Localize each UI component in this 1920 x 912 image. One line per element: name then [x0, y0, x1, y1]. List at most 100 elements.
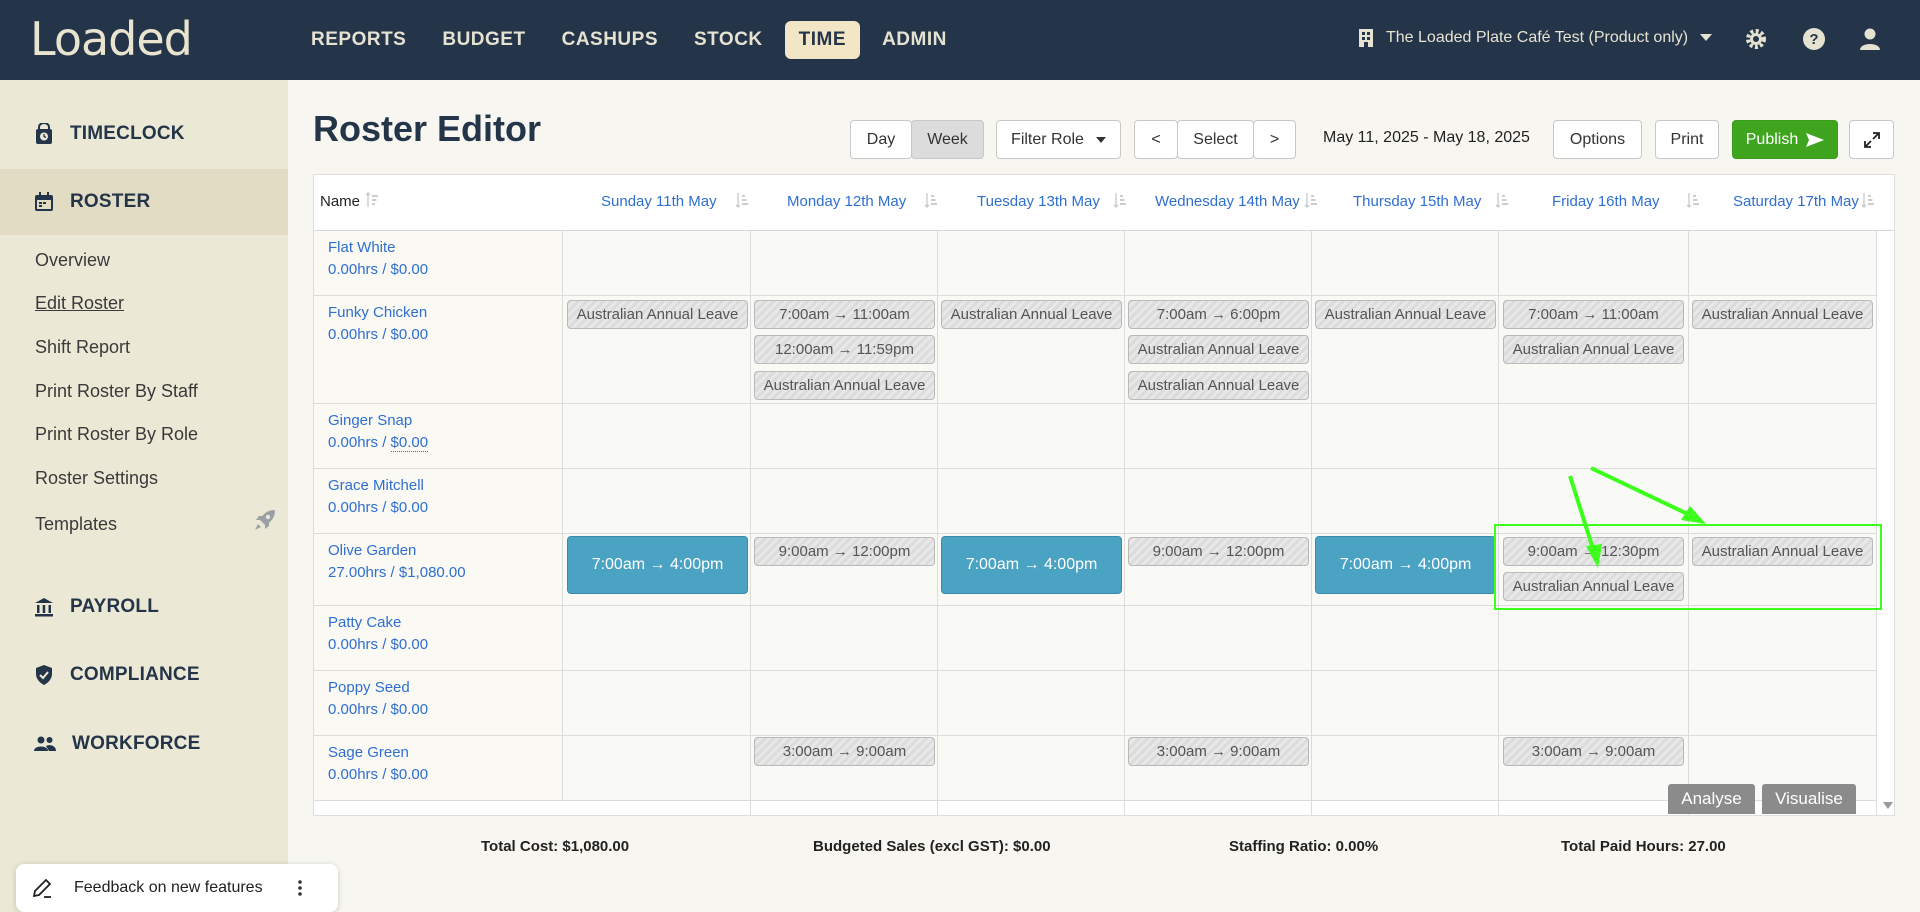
sidebar-link-overview[interactable]: Overview: [35, 250, 110, 271]
sidebar-link-shift-report[interactable]: Shift Report: [35, 337, 130, 358]
shift-block[interactable]: 9:00am → 12:00pm: [754, 537, 935, 566]
sidebar-link-print-by-role[interactable]: Print Roster By Role: [35, 424, 198, 445]
leave-shift[interactable]: Australian Annual Leave: [941, 300, 1122, 329]
leave-shift[interactable]: Australian Annual Leave: [754, 371, 935, 400]
column-divider: [1124, 231, 1125, 815]
employee-name[interactable]: Flat White: [328, 239, 396, 256]
sidebar-item-workforce[interactable]: WORKFORCE: [0, 711, 288, 777]
publish-button[interactable]: Publish: [1732, 120, 1838, 159]
work-shift[interactable]: 7:00am → 4:00pm: [941, 536, 1122, 594]
day-header-friday[interactable]: Friday 16th May: [1552, 193, 1660, 210]
nav-reports[interactable]: REPORTS: [297, 21, 420, 59]
shift-block[interactable]: 12:00am → 11:59pm: [754, 335, 935, 364]
scroll-down-icon[interactable]: [1882, 801, 1894, 811]
week-view-button[interactable]: Week: [911, 120, 984, 159]
employee-stats: 0.00hrs / $0.00: [328, 261, 429, 278]
more-vertical-icon[interactable]: [297, 879, 303, 897]
day-header-wednesday[interactable]: Wednesday 14th May: [1155, 193, 1300, 210]
help-icon[interactable]: ?: [1801, 26, 1827, 52]
visualise-button[interactable]: Visualise: [1762, 784, 1856, 814]
day-header-sunday[interactable]: Sunday 11th May: [601, 193, 717, 210]
work-shift[interactable]: 7:00am → 4:00pm: [567, 536, 748, 594]
shift-block[interactable]: 3:00am → 9:00am: [1503, 737, 1684, 766]
sidebar-item-roster[interactable]: ROSTER: [0, 169, 288, 235]
user-icon[interactable]: [1857, 26, 1883, 52]
prev-week-button[interactable]: <: [1134, 120, 1178, 159]
shift-block[interactable]: 7:00am → 11:00am: [754, 300, 935, 329]
nav-time[interactable]: TIME: [784, 21, 861, 59]
roster-row: Flat White 0.00hrs / $0.00: [314, 231, 1876, 296]
employee-name[interactable]: Grace Mitchell: [328, 477, 424, 494]
sort-icon[interactable]: [1304, 191, 1318, 209]
sort-icon[interactable]: [1495, 191, 1509, 209]
sidebar-item-compliance[interactable]: COMPLIANCE: [0, 642, 288, 708]
employee-name[interactable]: Funky Chicken: [328, 304, 427, 321]
feedback-widget[interactable]: Feedback on new features: [16, 864, 338, 912]
options-button[interactable]: Options: [1553, 120, 1642, 159]
sort-icon[interactable]: [1686, 191, 1700, 209]
day-header-monday[interactable]: Monday 12th May: [787, 193, 906, 210]
fullscreen-button[interactable]: [1849, 120, 1894, 159]
sidebar-label-payroll: PAYROLL: [70, 596, 160, 617]
feedback-label: Feedback on new features: [74, 879, 263, 896]
rocket-icon: [255, 510, 275, 530]
leave-shift[interactable]: Australian Annual Leave: [1315, 300, 1496, 329]
print-button[interactable]: Print: [1655, 120, 1719, 159]
sidebar-label-roster: ROSTER: [70, 191, 151, 212]
caret-down-icon: [1700, 34, 1713, 41]
shift-block[interactable]: 9:00am → 12:00pm: [1128, 537, 1309, 566]
name-column-header[interactable]: Name: [320, 193, 360, 210]
employee-cell: Sage Green 0.00hrs / $0.00: [314, 736, 563, 800]
nav-admin[interactable]: ADMIN: [868, 21, 961, 59]
work-shift[interactable]: 7:00am → 4:00pm: [1315, 536, 1496, 594]
leave-shift[interactable]: Australian Annual Leave: [1503, 335, 1684, 364]
day-header-thursday[interactable]: Thursday 15th May: [1353, 193, 1481, 210]
employee-stats: 0.00hrs / $0.00: [328, 766, 429, 783]
store-name: The Loaded Plate Café Test (Product only…: [1386, 29, 1689, 46]
logo[interactable]: Loaded: [30, 12, 193, 66]
employee-name[interactable]: Patty Cake: [328, 614, 401, 631]
sidebar-link-roster-settings[interactable]: Roster Settings: [35, 468, 158, 489]
day-view-button[interactable]: Day: [850, 120, 912, 159]
employee-name[interactable]: Ginger Snap: [328, 412, 412, 429]
sort-icon[interactable]: [1113, 191, 1127, 209]
caret-down-icon: [1095, 136, 1106, 143]
sidebar-item-timeclock[interactable]: TIMECLOCK: [0, 101, 288, 167]
day-header-tuesday[interactable]: Tuesday 13th May: [977, 193, 1100, 210]
leave-shift[interactable]: Australian Annual Leave: [1128, 335, 1309, 364]
employee-name[interactable]: Poppy Seed: [328, 679, 410, 696]
shift-block[interactable]: 7:00am → 11:00am: [1503, 300, 1684, 329]
sidebar-item-payroll[interactable]: PAYROLL: [0, 574, 288, 640]
store-selector[interactable]: The Loaded Plate Café Test (Product only…: [1358, 28, 1713, 48]
shift-block[interactable]: 3:00am → 9:00am: [754, 737, 935, 766]
employee-name[interactable]: Olive Garden: [328, 542, 416, 559]
nav-stock[interactable]: STOCK: [680, 21, 777, 59]
sidebar-label-timeclock: TIMECLOCK: [70, 123, 185, 144]
leave-shift[interactable]: Australian Annual Leave: [1128, 371, 1309, 400]
employee-stats: 0.00hrs / $0.00: [328, 326, 429, 343]
sort-icon[interactable]: [1861, 191, 1875, 209]
filter-role-dropdown[interactable]: Filter Role: [996, 120, 1121, 159]
day-header-saturday[interactable]: Saturday 17th May: [1733, 193, 1859, 210]
total-paid-hours: Total Paid Hours: 27.00: [1561, 838, 1726, 855]
sort-icon[interactable]: [735, 191, 749, 209]
nav-cashups[interactable]: CASHUPS: [548, 21, 672, 59]
analyse-button[interactable]: Analyse: [1668, 784, 1755, 814]
next-week-button[interactable]: >: [1253, 120, 1296, 159]
sort-icon[interactable]: [365, 191, 379, 209]
employee-name[interactable]: Sage Green: [328, 744, 409, 761]
select-week-button[interactable]: Select: [1177, 120, 1254, 159]
leave-shift[interactable]: Australian Annual Leave: [567, 300, 748, 329]
sort-icon[interactable]: [924, 191, 938, 209]
sidebar-link-edit-roster[interactable]: Edit Roster: [35, 293, 124, 314]
svg-text:?: ?: [1809, 31, 1818, 48]
shift-block[interactable]: 7:00am → 6:00pm: [1128, 300, 1309, 329]
shift-block[interactable]: 3:00am → 9:00am: [1128, 737, 1309, 766]
gear-icon[interactable]: [1743, 26, 1769, 52]
sidebar-link-templates[interactable]: Templates: [35, 514, 117, 535]
sidebar-link-print-by-staff[interactable]: Print Roster By Staff: [35, 381, 198, 402]
pencil-icon: [32, 878, 52, 898]
nav-budget[interactable]: BUDGET: [428, 21, 539, 59]
employee-cost[interactable]: $0.00: [390, 434, 429, 452]
leave-shift[interactable]: Australian Annual Leave: [1692, 300, 1873, 329]
